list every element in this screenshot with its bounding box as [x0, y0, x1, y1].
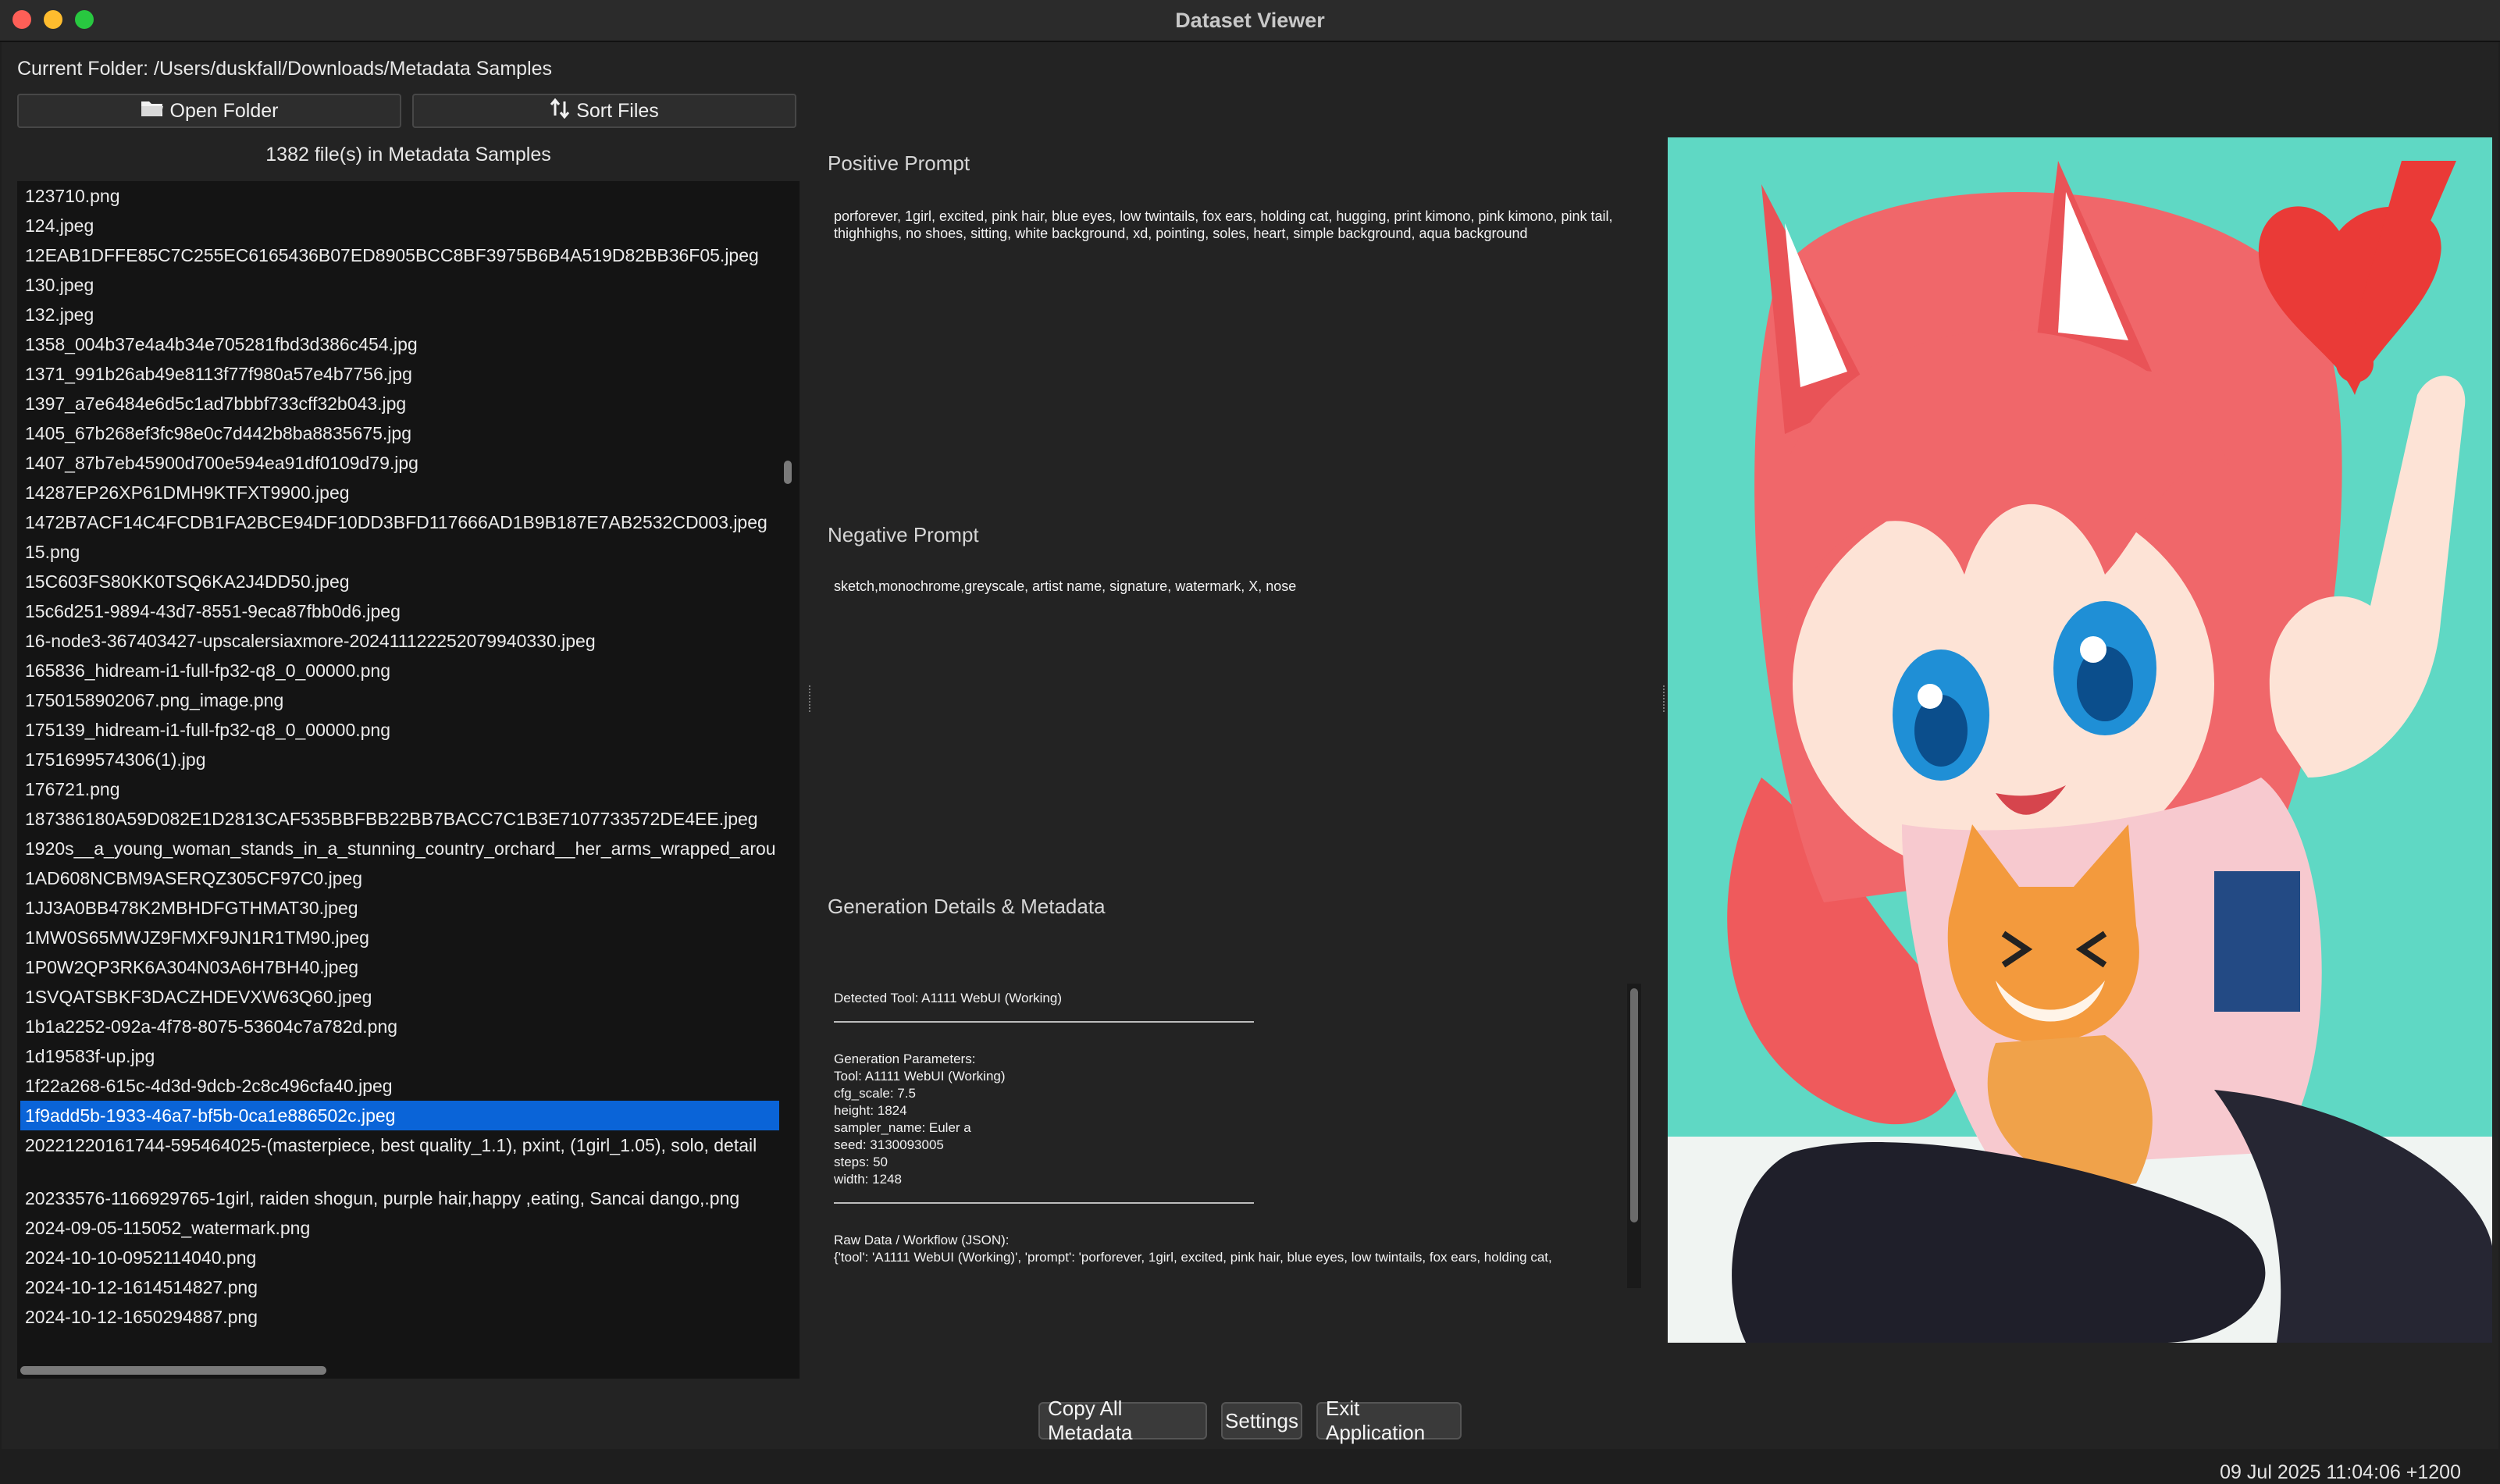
raw-data-text: {'tool': 'A1111 WebUI (Working)', 'promp…: [834, 1250, 1552, 1265]
raw-data-header: Raw Data / Workflow (JSON):: [834, 1233, 1010, 1247]
metadata-divider: [834, 1021, 1254, 1023]
file-list-item[interactable]: 1AD608NCBM9ASERQZ305CF97C0.jpeg: [17, 863, 779, 893]
file-list-item[interactable]: 15C603FS80KK0TSQ6KA2J4DD50.jpeg: [17, 567, 779, 596]
file-list-item[interactable]: 2024-09-05-115052_watermark.png: [17, 1213, 779, 1243]
file-list-item[interactable]: 1358_004b37e4a4b34e705281fbd3d386c454.jp…: [17, 329, 779, 359]
generation-details-title: Generation Details & Metadata: [828, 895, 1106, 918]
sort-files-button[interactable]: Sort Files: [412, 94, 796, 128]
file-count-label: 1382 file(s) in Metadata Samples: [265, 144, 551, 165]
file-list-item[interactable]: 1472B7ACF14C4FCDB1FA2BCE94DF10DD3BFD1176…: [17, 507, 779, 537]
file-list-item[interactable]: 176721.png: [17, 774, 779, 804]
file-list-item[interactable]: 1MW0S65MWJZ9FMXF9JN1R1TM90.jpeg: [17, 923, 779, 952]
open-folder-button[interactable]: Open Folder: [17, 94, 401, 128]
positive-prompt-text[interactable]: porforever, 1girl, excited, pink hair, b…: [834, 208, 1630, 242]
sort-files-label: Sort Files: [576, 99, 659, 122]
file-list-item[interactable]: 15c6d251-9894-43d7-8551-9eca87fbb0d6.jpe…: [17, 596, 779, 626]
file-list-item[interactable]: 20233576-1166929765-1girl, raiden shogun…: [17, 1183, 779, 1213]
folder-icon: [141, 99, 164, 123]
file-list-item[interactable]: 1b1a2252-092a-4f78-8075-53604c7a782d.png: [17, 1012, 779, 1041]
generation-parameter: height: 1824: [834, 1103, 907, 1118]
file-list-item[interactable]: 1405_67b268ef3fc98e0c7d442b8ba8835675.jp…: [17, 418, 779, 448]
image-preview: [1668, 137, 2492, 1343]
file-list-item[interactable]: 2024-10-10-0952114040.png: [17, 1243, 779, 1272]
current-folder-label: Current Folder: /Users/duskfall/Download…: [17, 58, 553, 80]
file-list-item[interactable]: 1371_991b26ab49e8113f77f980a57e4b7756.jp…: [17, 359, 779, 389]
file-list-item[interactable]: 1397_a7e6484e6d5c1ad7bbbf733cff32b043.jp…: [17, 389, 779, 418]
copy-all-metadata-button[interactable]: Copy All Metadata: [1038, 1397, 1207, 1444]
file-list-item[interactable]: 2024-10-12-1614514827.png: [17, 1272, 779, 1302]
file-list-item[interactable]: 1750158902067.png_image.png: [17, 685, 779, 715]
file-list-item[interactable]: 1SVQATSBKF3DACZHDEVXW63Q60.jpeg: [17, 982, 779, 1012]
file-list-item[interactable]: 12EAB1DFFE85C7C255EC6165436B07ED8905BCC8…: [17, 240, 779, 270]
metadata-divider: [834, 1202, 1254, 1204]
detected-tool-line: Detected Tool: A1111 WebUI (Working): [834, 991, 1062, 1005]
file-list-horizontal-scrollbar[interactable]: [20, 1366, 326, 1375]
metadata-scrollbar[interactable]: [1630, 988, 1638, 1222]
negative-prompt-text[interactable]: sketch,monochrome,greyscale, artist name…: [834, 578, 1630, 595]
file-list-vertical-scrollbar[interactable]: [784, 461, 792, 484]
file-list-item[interactable]: 1P0W2QP3RK6A304N03A6H7BH40.jpeg: [17, 952, 779, 982]
settings-button[interactable]: Settings: [1221, 1402, 1302, 1440]
generation-parameter: seed: 3130093005: [834, 1137, 944, 1152]
title-bar: Dataset Viewer: [0, 0, 2500, 42]
generation-parameter: width: 1248: [834, 1172, 902, 1187]
generation-parameter: cfg_scale: 7.5: [834, 1086, 916, 1101]
generation-parameters-header: Generation Parameters:: [834, 1052, 976, 1066]
file-list-item[interactable]: 1d19583f-up.jpg: [17, 1041, 779, 1071]
file-list-item[interactable]: 2024-10-12-1650294887.png: [17, 1302, 779, 1332]
file-list-item[interactable]: 16-node3-367403427-upscalersiaxmore-2024…: [17, 626, 779, 656]
file-list-item[interactable]: 1f22a268-615c-4d3d-9dcb-2c8c496cfa40.jpe…: [17, 1071, 779, 1101]
file-list-item[interactable]: 130.jpeg: [17, 270, 779, 300]
file-list-item[interactable]: 1920s__a_young_woman_stands_in_a_stunnin…: [17, 834, 779, 863]
file-list-item[interactable]: 15.png: [17, 537, 779, 567]
file-list-item[interactable]: 187386180A59D082E1D2813CAF535BBFBB22BB7B…: [17, 804, 779, 834]
file-list-item[interactable]: 165836_hidream-i1-full-fp32-q8_0_00000.p…: [17, 656, 779, 685]
file-list-item[interactable]: 123710.png: [17, 181, 779, 211]
exit-application-button[interactable]: Exit Application: [1316, 1397, 1462, 1444]
generation-parameter: Tool: A1111 WebUI (Working): [834, 1069, 1006, 1084]
negative-prompt-title: Negative Prompt: [828, 523, 979, 546]
file-list-item[interactable]: 132.jpeg: [17, 300, 779, 329]
file-list-item[interactable]: 175139_hidream-i1-full-fp32-q8_0_00000.p…: [17, 715, 779, 745]
file-list-item[interactable]: 1751699574306(1).jpg: [17, 745, 779, 774]
status-timestamp: 09 Jul 2025 11:04:06 +1200: [2220, 1461, 2461, 1483]
file-list-item[interactable]: [17, 1160, 779, 1183]
open-folder-label: Open Folder: [169, 99, 279, 122]
file-list-item[interactable]: 14287EP26XP61DMH9KTFXT9900.jpeg: [17, 478, 779, 507]
file-list-item[interactable]: 1JJ3A0BB478K2MBHDFGTHMAT30.jpeg: [17, 893, 779, 923]
file-list[interactable]: 123710.png 124.jpeg 12EAB1DFFE85C7C255EC61…: [17, 181, 800, 1379]
left-splitter-handle[interactable]: [809, 685, 814, 712]
file-list-item[interactable]: 20221220161744-595464025-(masterpiece, b…: [17, 1130, 779, 1160]
sort-icon: [550, 98, 570, 124]
generation-parameter: sampler_name: Euler a: [834, 1120, 971, 1135]
file-list-item[interactable]: 1407_87b7eb45900d700e594ea91df0109d79.jp…: [17, 448, 779, 478]
positive-prompt-title: Positive Prompt: [828, 151, 970, 175]
generation-parameter: steps: 50: [834, 1155, 888, 1169]
metadata-text-area[interactable]: Detected Tool: A1111 WebUI (Working) Gen…: [828, 984, 1640, 1288]
main-panel: Current Folder: /Users/duskfall/Download…: [2, 42, 2498, 1483]
file-list-item[interactable]: 1f9add5b-1933-46a7-bf5b-0ca1e886502c.jpe…: [20, 1101, 779, 1130]
file-list-item[interactable]: 124.jpeg: [17, 211, 779, 240]
window-title: Dataset Viewer: [1175, 9, 1325, 32]
